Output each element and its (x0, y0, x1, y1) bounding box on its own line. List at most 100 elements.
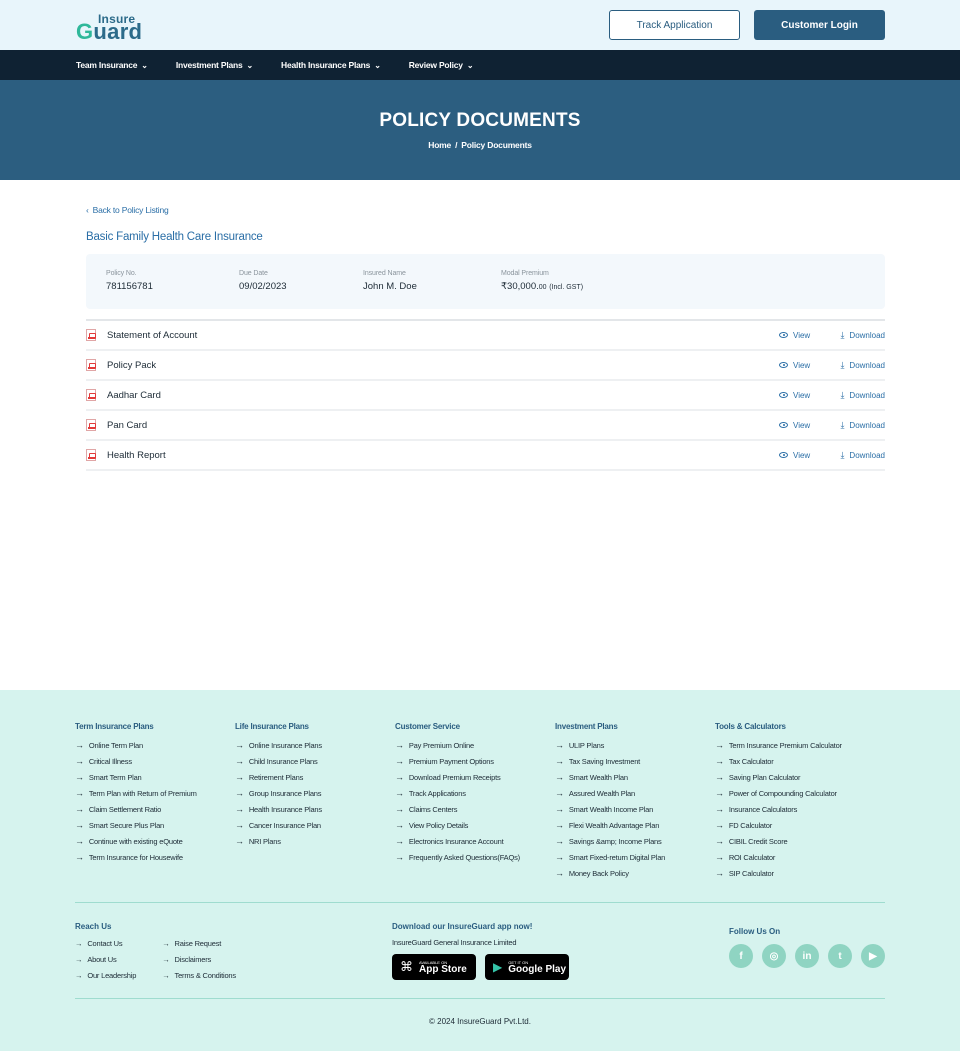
nav-item-investment-plans[interactable]: Investment Plans ⌄ (176, 60, 253, 70)
footer-link[interactable]: → Child Insurance Plans (235, 753, 322, 769)
footer-link[interactable]: → Claims Centers (395, 801, 520, 817)
footer-link[interactable]: → Raise Request (162, 935, 236, 951)
footer-link[interactable]: → Tax Calculator (715, 753, 842, 769)
footer-link[interactable]: → Cancer Insurance Plan (235, 817, 322, 833)
arrow-right-icon: → (555, 836, 564, 846)
footer-column: Customer Service → Pay Premium Online → Prem… (395, 722, 520, 865)
arrow-right-icon: → (395, 740, 404, 750)
footer-link[interactable]: → Continue with existing eQuote (75, 833, 197, 849)
download-button[interactable]: ⤓ Download (840, 420, 885, 430)
youtube-icon[interactable]: ▶ (861, 944, 885, 968)
footer-column-heading: Tools & Calculators (715, 722, 786, 731)
footer-link[interactable]: → Critical Illness (75, 753, 197, 769)
site-footer: Term Insurance Plans → Online Term Plan → Cr… (0, 690, 960, 1051)
footer-link[interactable]: → Electronics Insurance Account (395, 833, 520, 849)
document-name: Statement of Account (107, 329, 198, 341)
app-store-button[interactable]: ⌘ AVAILABLE ON App Store (392, 954, 476, 980)
follow-us-heading: Follow Us On (729, 927, 781, 936)
footer-link[interactable]: → Our Leadership (75, 967, 136, 983)
footer-link[interactable]: → CIBIL Credit Score (715, 833, 842, 849)
arrow-right-icon: → (715, 788, 724, 798)
arrow-right-icon: → (235, 804, 244, 814)
footer-link[interactable]: → ROI Calculator (715, 849, 842, 865)
footer-link[interactable]: → Term Insurance for Housewife (75, 849, 197, 865)
footer-link[interactable]: → SIP Calculator (715, 865, 842, 881)
footer-link[interactable]: → Frequently Asked Questions(FAQs) (395, 849, 520, 865)
footer-link[interactable]: → About Us (75, 951, 136, 967)
breadcrumb-separator: / (455, 140, 458, 150)
main-nav: Team Insurance ⌄ Investment Plans ⌄ Health… (0, 50, 960, 80)
footer-link[interactable]: → Disclaimers (162, 951, 236, 967)
footer-link[interactable]: → Terms & Conditions (162, 967, 236, 983)
footer-link[interactable]: → NRI Plans (235, 833, 322, 849)
view-button[interactable]: View (779, 331, 810, 340)
view-button[interactable]: View (779, 421, 810, 430)
footer-link[interactable]: → Download Premium Receipts (395, 769, 520, 785)
footer-link[interactable]: → Pay Premium Online (395, 737, 520, 753)
nav-item-team-insurance[interactable]: Team Insurance ⌄ (76, 60, 148, 70)
footer-link[interactable]: → Contact Us (75, 935, 136, 951)
arrow-right-icon: → (395, 820, 404, 830)
footer-link[interactable]: → Retirement Plans (235, 769, 322, 785)
arrow-right-icon: → (715, 836, 724, 846)
back-to-policy-listing-link[interactable]: ‹ Back to Policy Listing (86, 205, 169, 215)
track-application-button[interactable]: Track Application (609, 10, 740, 40)
download-button[interactable]: ⤓ Download (840, 330, 885, 340)
nav-item-health-insurance-plans[interactable]: Health Insurance Plans ⌄ (281, 60, 381, 70)
copyright: © 2024 InsureGuard Pvt.Ltd. (429, 1017, 531, 1026)
pdf-file-icon (86, 359, 96, 371)
customer-login-button[interactable]: Customer Login (754, 10, 885, 40)
instagram-icon[interactable]: ◎ (762, 944, 786, 968)
chevron-down-icon: ⌄ (141, 60, 148, 70)
footer-link[interactable]: → Track Applications (395, 785, 520, 801)
footer-link[interactable]: → Premium Payment Options (395, 753, 520, 769)
footer-link[interactable]: → Online Term Plan (75, 737, 197, 753)
twitter-icon[interactable]: t (828, 944, 852, 968)
footer-link[interactable]: → Insurance Calculators (715, 801, 842, 817)
footer-link[interactable]: → Claim Settlement Ratio (75, 801, 197, 817)
list-item: Aadhar Card View ⤓ Download (86, 381, 885, 411)
view-button[interactable]: View (779, 391, 810, 400)
download-button[interactable]: ⤓ Download (840, 390, 885, 400)
pdf-file-icon (86, 329, 96, 341)
reach-us-heading: Reach Us (75, 922, 112, 931)
arrow-right-icon: → (555, 868, 564, 878)
view-button[interactable]: View (779, 451, 810, 460)
google-play-button[interactable]: ▶ GET IT ON Google Play (485, 954, 569, 980)
footer-link[interactable]: → Group Insurance Plans (235, 785, 322, 801)
footer-link[interactable]: → Power of Compounding Calculator (715, 785, 842, 801)
nav-item-review-policy[interactable]: Review Policy ⌄ (409, 60, 474, 70)
facebook-icon[interactable]: f (729, 944, 753, 968)
footer-link[interactable]: → Saving Plan Calculator (715, 769, 842, 785)
footer-link[interactable]: → Term Plan with Return of Premium (75, 785, 197, 801)
download-button[interactable]: ⤓ Download (840, 360, 885, 370)
arrow-right-icon: → (715, 820, 724, 830)
footer-link[interactable]: → Smart Term Plan (75, 769, 197, 785)
footer-link[interactable]: → View Policy Details (395, 817, 520, 833)
chevron-down-icon: ⌄ (374, 60, 381, 70)
footer-link[interactable]: → ULIP Plans (555, 737, 665, 753)
footer-link[interactable]: → Smart Secure Plus Plan (75, 817, 197, 833)
linkedin-icon[interactable]: in (795, 944, 819, 968)
footer-link[interactable]: → Money Back Policy (555, 865, 665, 881)
footer-link[interactable]: → Health Insurance Plans (235, 801, 322, 817)
footer-link[interactable]: → Smart Wealth Plan (555, 769, 665, 785)
footer-link[interactable]: → Online Insurance Plans (235, 737, 322, 753)
footer-link[interactable]: → Assured Wealth Plan (555, 785, 665, 801)
arrow-right-icon: → (162, 970, 170, 980)
breadcrumb-home[interactable]: Home (428, 140, 451, 150)
download-button[interactable]: ⤓ Download (840, 450, 885, 460)
footer-link[interactable]: → Savings &amp; Income Plans (555, 833, 665, 849)
footer-link[interactable]: → Tax Saving Investment (555, 753, 665, 769)
footer-divider (75, 998, 885, 999)
footer-link[interactable]: → Term Insurance Premium Calculator (715, 737, 842, 753)
footer-link[interactable]: → Flexi Wealth Advantage Plan (555, 817, 665, 833)
arrow-right-icon: → (555, 740, 564, 750)
footer-link[interactable]: → FD Calculator (715, 817, 842, 833)
view-button[interactable]: View (779, 361, 810, 370)
arrow-right-icon: → (235, 756, 244, 766)
footer-link[interactable]: → Smart Wealth Income Plan (555, 801, 665, 817)
insureguard-logo[interactable]: Insure Guard (76, 12, 156, 44)
arrow-right-icon: → (555, 804, 564, 814)
footer-link[interactable]: → Smart Fixed-return Digital Plan (555, 849, 665, 865)
